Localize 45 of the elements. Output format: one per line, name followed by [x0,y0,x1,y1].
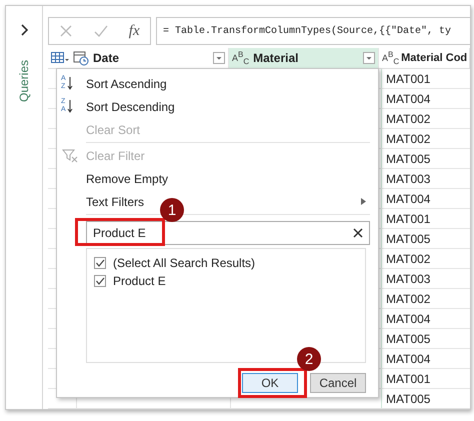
dialog-button[interactable]: OK [242,373,298,393]
table-cell-text: MAT004 [385,190,430,208]
fx-label[interactable]: fx [128,22,140,40]
table-cell-text: MAT001 [385,210,430,228]
menu-item[interactable]: Remove Empty [86,172,168,186]
submenu-arrow-icon [361,198,366,205]
dropdown-icon[interactable] [363,52,375,64]
table-cell-text: MAT001 [385,370,430,388]
table-cell-text: MAT005 [385,390,430,408]
menu-item[interactable]: Sort Ascending [86,76,167,90]
table-cell-text: MAT001 [385,70,430,88]
table-cell-text: MAT002 [385,290,430,308]
table-cell-text: MAT005 [385,150,430,168]
table-cell-text: MAT005 [385,230,430,248]
clear-filter-icon [62,148,78,163]
step-badge: 2 [297,347,321,371]
highlight-frame [238,368,307,398]
checkbox[interactable] [94,257,106,269]
menu-item[interactable]: Sort Descending [86,100,175,114]
expand-icon[interactable] [19,24,29,36]
formula-field[interactable]: = Table.TransformColumnTypes(Source,{{"Date", ty [156,17,470,45]
check-icon[interactable] [94,24,108,38]
table-cell-text: MAT003 [385,170,430,188]
table-cell-text: MAT004 [385,90,430,108]
table-cell-text: MAT005 [385,330,430,348]
dropdown-icon[interactable] [213,52,225,64]
column-header[interactable]: A$^{B}$$_{C}$ Material Cod [379,48,470,68]
table-cell-text: MAT002 [385,130,430,148]
datetime-icon [73,50,89,66]
table-menu-icon[interactable] [51,52,69,64]
search-field[interactable]: Product E [86,221,370,245]
checkbox[interactable] [94,275,106,287]
step-badge: 1 [160,198,184,222]
dialog-button[interactable]: Cancel [310,373,366,393]
table-cell-text: MAT004 [385,350,430,368]
table-cell-text: MAT002 [385,250,430,268]
checkbox-label: Product E [113,274,166,288]
queries-pane-label[interactable]: Queries [17,60,31,102]
column-header[interactable]: A$^{B}$$_{C}$ Material [229,48,379,68]
table-cell-text: MAT003 [385,270,430,288]
checkbox-label: (Select All Search Results) [113,256,256,270]
close-icon[interactable] [353,228,363,238]
menu-item[interactable]: Text Filters [86,194,144,208]
table-cell-text: MAT004 [385,310,430,328]
table-cell-text: MAT002 [385,110,430,128]
